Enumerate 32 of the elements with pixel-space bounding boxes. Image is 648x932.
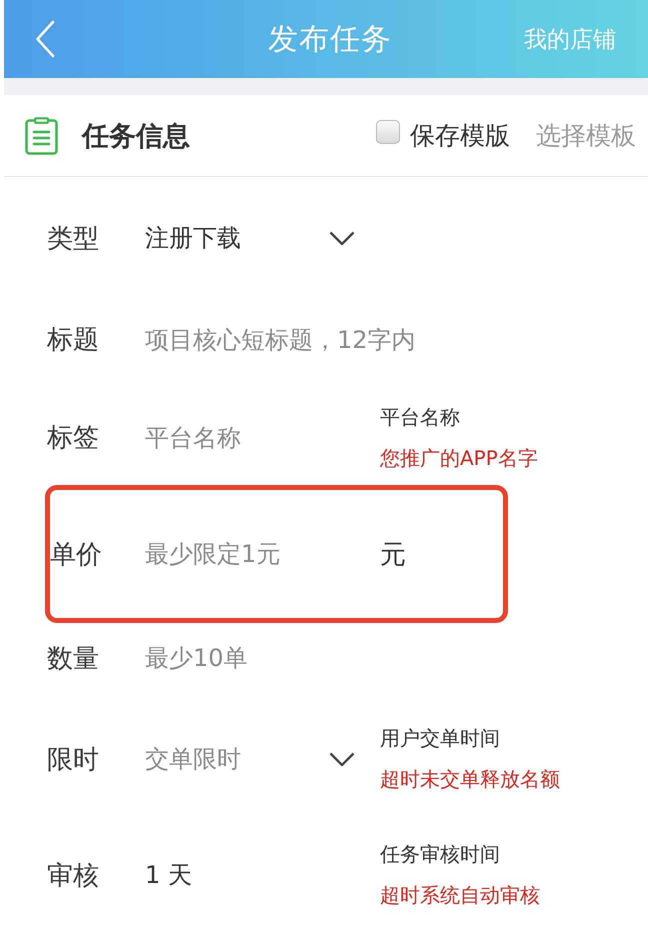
field-label: 限时 [47, 744, 100, 776]
field-label: 类型 [47, 222, 100, 256]
back-icon [35, 20, 55, 58]
section-title: 任务信息 [82, 120, 190, 154]
my-store-button[interactable]: 我的店铺 [524, 24, 616, 54]
input-field[interactable]: 平台名称 [145, 420, 365, 456]
field-label: 标签 [47, 422, 100, 455]
save-template-label[interactable]: 保存模版 [410, 119, 510, 152]
dropdown[interactable]: 注册下载 [145, 218, 380, 258]
unit-label: 元 [380, 538, 406, 572]
input-field[interactable]: 最少10单 [145, 640, 565, 676]
select-template-button[interactable]: 选择模板 [536, 119, 636, 152]
save-template-checkbox[interactable] [376, 120, 400, 144]
field-label: 数量 [47, 642, 100, 676]
hint-note: 超时未交单释放名额 [380, 766, 560, 793]
chevron-down-icon [329, 230, 355, 246]
hint-note: 超时系统自动审核 [380, 882, 540, 909]
field-label: 标题 [47, 324, 100, 357]
hint-note: 您推广的APP名字 [380, 444, 538, 472]
hint-title: 平台名称 [380, 404, 461, 430]
page-title: 发布任务 [267, 20, 392, 58]
review-value: 1 天 [145, 860, 193, 891]
input-field[interactable]: 最少限定1元 [145, 536, 365, 572]
input-field[interactable]: 项目核心短标题，12字内 [145, 322, 565, 358]
dropdown[interactable]: 交单限时 [145, 739, 380, 779]
field-label: 审核 [47, 860, 100, 892]
back-button[interactable] [35, 20, 55, 58]
clipboard-icon [25, 116, 58, 154]
chevron-down-icon [329, 752, 355, 766]
hint-title: 用户交单时间 [380, 725, 501, 752]
hint-title: 任务审核时间 [380, 841, 501, 868]
field-label: 单价 [50, 538, 103, 572]
